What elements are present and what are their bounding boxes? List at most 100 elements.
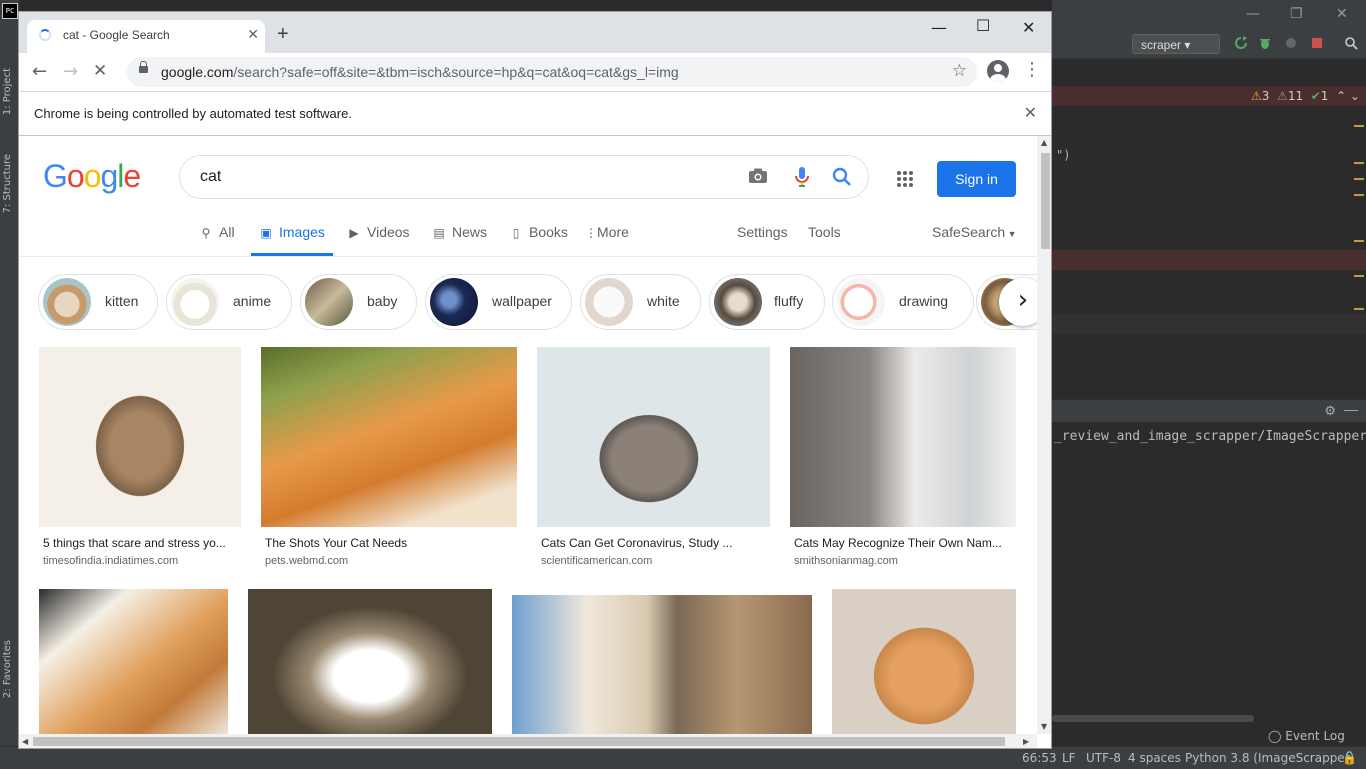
maximize-icon[interactable]: ☐ <box>976 16 990 35</box>
chip-kitten[interactable]: kitten <box>38 274 158 330</box>
structure-tool-tab[interactable]: 7: Structure <box>2 154 13 213</box>
gutter-marker[interactable] <box>1354 194 1364 196</box>
image-result[interactable]: The Shots Your Cat Needs pets.webmd.com <box>261 347 517 577</box>
gutter-marker[interactable] <box>1354 308 1364 310</box>
favorites-tool-tab[interactable]: 2: Favorites <box>2 640 13 698</box>
run-config-dropdown[interactable]: scraper ▾ <box>1132 34 1220 54</box>
chip-anime[interactable]: anime <box>166 274 292 330</box>
indent-setting[interactable]: 4 spaces <box>1128 751 1181 765</box>
image-result[interactable]: 5 things that scare and stress yo... tim… <box>39 347 241 577</box>
scrollbar-thumb[interactable] <box>33 737 1005 746</box>
ide-editor[interactable] <box>1052 86 1366 398</box>
search-tabs: ⚲ All ▣ Images ▶ Videos ▤ News ▯ Books ⋮More … <box>19 220 1037 257</box>
apps-grid-icon[interactable] <box>896 170 914 188</box>
gutter-marker[interactable] <box>1354 275 1364 277</box>
run-panel-header: ⚙ — <box>1052 400 1366 422</box>
gutter-marker[interactable] <box>1354 125 1364 127</box>
ide-close-icon[interactable]: ✕ <box>1336 6 1348 22</box>
scrollbar-thumb[interactable] <box>1041 153 1050 249</box>
search-box[interactable]: cat <box>179 155 869 199</box>
ide-titlebar: — ❐ ✕ <box>1052 0 1366 30</box>
minimize-icon[interactable]: — <box>931 18 947 37</box>
image-result[interactable]: Cats May Recognize Their Own Nam... smit… <box>790 347 1016 577</box>
inspection-widget[interactable]: ⚠3 ⚠11 ✔1 ⌃ ⌄ <box>1251 89 1360 103</box>
profile-avatar-icon[interactable] <box>987 60 1009 82</box>
run-hide-icon[interactable]: — <box>1344 401 1358 417</box>
url-text: google.com/search?safe=off&site=&tbm=isc… <box>161 64 679 80</box>
ide-horizontal-scrollbar[interactable] <box>1052 715 1254 722</box>
image-result[interactable] <box>39 589 228 734</box>
debug-icon[interactable] <box>1258 36 1272 50</box>
tab-all[interactable]: ⚲ All <box>199 220 235 256</box>
caret-position[interactable]: 66:53 <box>1022 751 1057 765</box>
search-input[interactable]: cat <box>200 168 221 186</box>
ide-minimize-icon[interactable]: — <box>1246 6 1260 22</box>
chip-thumbnail <box>430 278 478 326</box>
result-thumbnail <box>248 589 492 734</box>
tools-link[interactable]: Tools <box>808 220 841 256</box>
gutter-marker[interactable] <box>1354 240 1364 242</box>
vertical-scrollbar[interactable]: ▲ ▼ <box>1037 136 1051 734</box>
coverage-icon[interactable] <box>1284 36 1298 50</box>
bookmark-star-icon[interactable]: ☆ <box>952 61 967 81</box>
scroll-down-icon[interactable]: ▼ <box>1041 722 1047 731</box>
lock-icon[interactable]: 🔓 <box>1342 751 1357 765</box>
microphone-icon[interactable] <box>794 166 810 188</box>
search-icon[interactable] <box>832 167 852 187</box>
chrome-menu-icon[interactable]: ⋮ <box>1023 59 1041 80</box>
stop-loading-icon[interactable]: ✕ <box>93 61 107 81</box>
chip-white[interactable]: white <box>580 274 701 330</box>
chip-thumbnail <box>714 278 762 326</box>
horizontal-scrollbar[interactable]: ◀ ▶ <box>19 734 1037 748</box>
tab-videos[interactable]: ▶ Videos <box>347 220 409 256</box>
run-settings-icon[interactable]: ⚙ <box>1324 403 1336 419</box>
tab-books[interactable]: ▯ Books <box>509 220 568 256</box>
project-tool-tab[interactable]: 1: Project <box>2 68 13 115</box>
lock-icon[interactable] <box>139 61 148 73</box>
line-separator[interactable]: LF <box>1062 751 1076 765</box>
new-tab-icon[interactable]: + <box>277 24 289 44</box>
scroll-right-icon[interactable]: ▶ <box>1023 737 1029 746</box>
forward-icon[interactable]: → <box>63 61 78 82</box>
chip-wallpaper[interactable]: wallpaper <box>425 274 572 330</box>
rerun-icon[interactable] <box>1234 36 1248 50</box>
python-interpreter[interactable]: Python 3.8 (ImageScrapper) <box>1185 751 1354 765</box>
image-result[interactable]: Cats Can Get Coronavirus, Study ... scie… <box>537 347 770 577</box>
camera-icon[interactable] <box>748 168 768 184</box>
infobar-close-icon[interactable]: ✕ <box>1024 103 1037 123</box>
chip-baby[interactable]: baby <box>300 274 417 330</box>
sign-in-button[interactable]: Sign in <box>937 161 1016 197</box>
google-logo[interactable]: Google <box>43 158 141 195</box>
image-result[interactable] <box>832 589 1016 734</box>
pycharm-logo-icon: PC <box>2 3 18 19</box>
weak-warning-count: 11 <box>1287 89 1304 103</box>
address-bar[interactable]: google.com/search?safe=off&site=&tbm=isc… <box>127 57 977 87</box>
tab-news[interactable]: ▤ News <box>432 220 487 256</box>
browser-tab[interactable]: cat - Google Search ✕ <box>27 20 265 53</box>
tab-close-icon[interactable]: ✕ <box>247 26 259 43</box>
result-thumbnail <box>261 347 517 527</box>
gutter-marker[interactable] <box>1354 162 1364 164</box>
ide-restore-icon[interactable]: ❐ <box>1290 6 1303 22</box>
close-window-icon[interactable]: ✕ <box>1022 18 1035 37</box>
chip-label: white <box>647 293 680 309</box>
gutter-marker[interactable] <box>1354 178 1364 180</box>
chip-thumbnail <box>43 278 91 326</box>
tab-images[interactable]: ▣ Images <box>251 220 333 256</box>
back-icon[interactable]: ← <box>32 61 47 82</box>
stop-icon[interactable] <box>1310 36 1324 50</box>
scroll-left-icon[interactable]: ◀ <box>22 737 28 746</box>
settings-link[interactable]: Settings <box>737 220 788 256</box>
chip-fluffy[interactable]: fluffy <box>709 274 825 330</box>
safesearch-dropdown[interactable]: SafeSearch ▼ <box>932 220 1017 256</box>
event-log-button[interactable]: ◯ Event Log <box>1268 729 1345 743</box>
file-encoding[interactable]: UTF-8 <box>1086 751 1121 765</box>
result-thumbnail <box>537 347 770 527</box>
scroll-up-icon[interactable]: ▲ <box>1041 138 1047 147</box>
image-result[interactable] <box>512 595 812 734</box>
image-result[interactable] <box>248 589 492 734</box>
ide-search-icon[interactable] <box>1344 36 1358 50</box>
chip-label: kitten <box>105 293 139 309</box>
chip-drawing[interactable]: drawing <box>832 274 974 330</box>
tab-more[interactable]: ⋮More <box>585 220 629 256</box>
